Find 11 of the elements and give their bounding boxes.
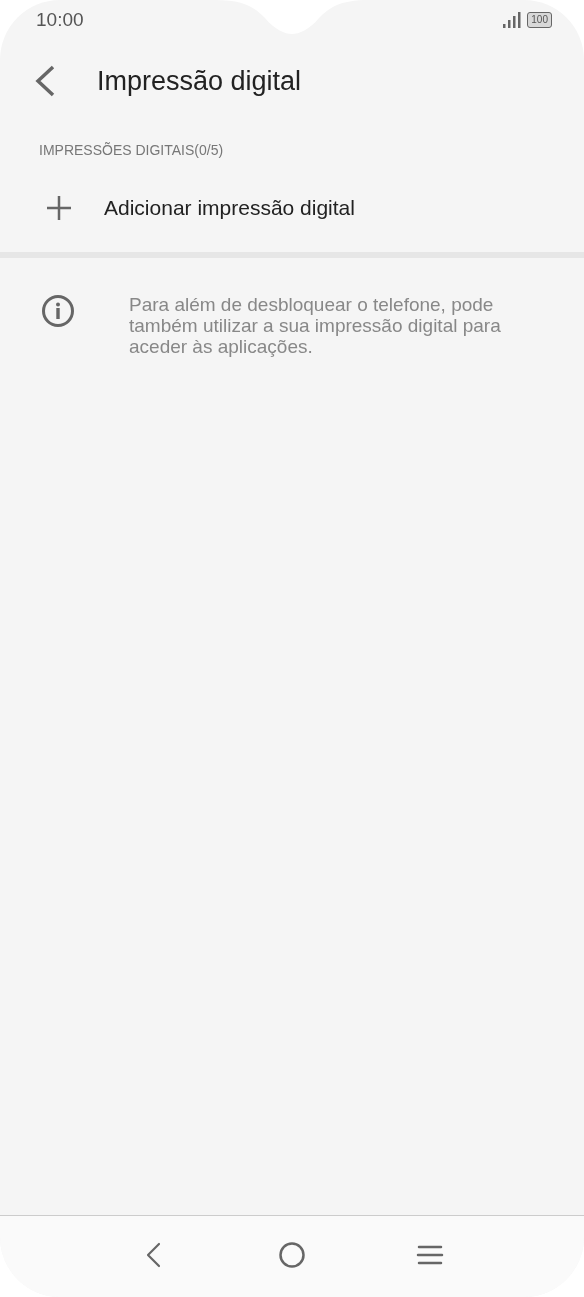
signal-icon (503, 12, 522, 28)
home-icon[interactable] (277, 1239, 307, 1270)
info-icon (41, 294, 75, 328)
plus-icon (46, 195, 72, 221)
back-icon[interactable] (34, 64, 56, 98)
clock: 10:00 (36, 9, 84, 31)
section-header: IMPRESSÕES DIGITAIS(0/5) (38, 141, 225, 160)
info-text: Para além de desbloquear o telefone, pode também utilizar a sua impressão digital para aceder às aplicações. (129, 294, 502, 357)
page-title: Impressão digital (97, 65, 302, 97)
battery-level: 100 (527, 12, 552, 28)
add-fingerprint-item[interactable]: Adicionar impressão digital (0, 164, 584, 252)
